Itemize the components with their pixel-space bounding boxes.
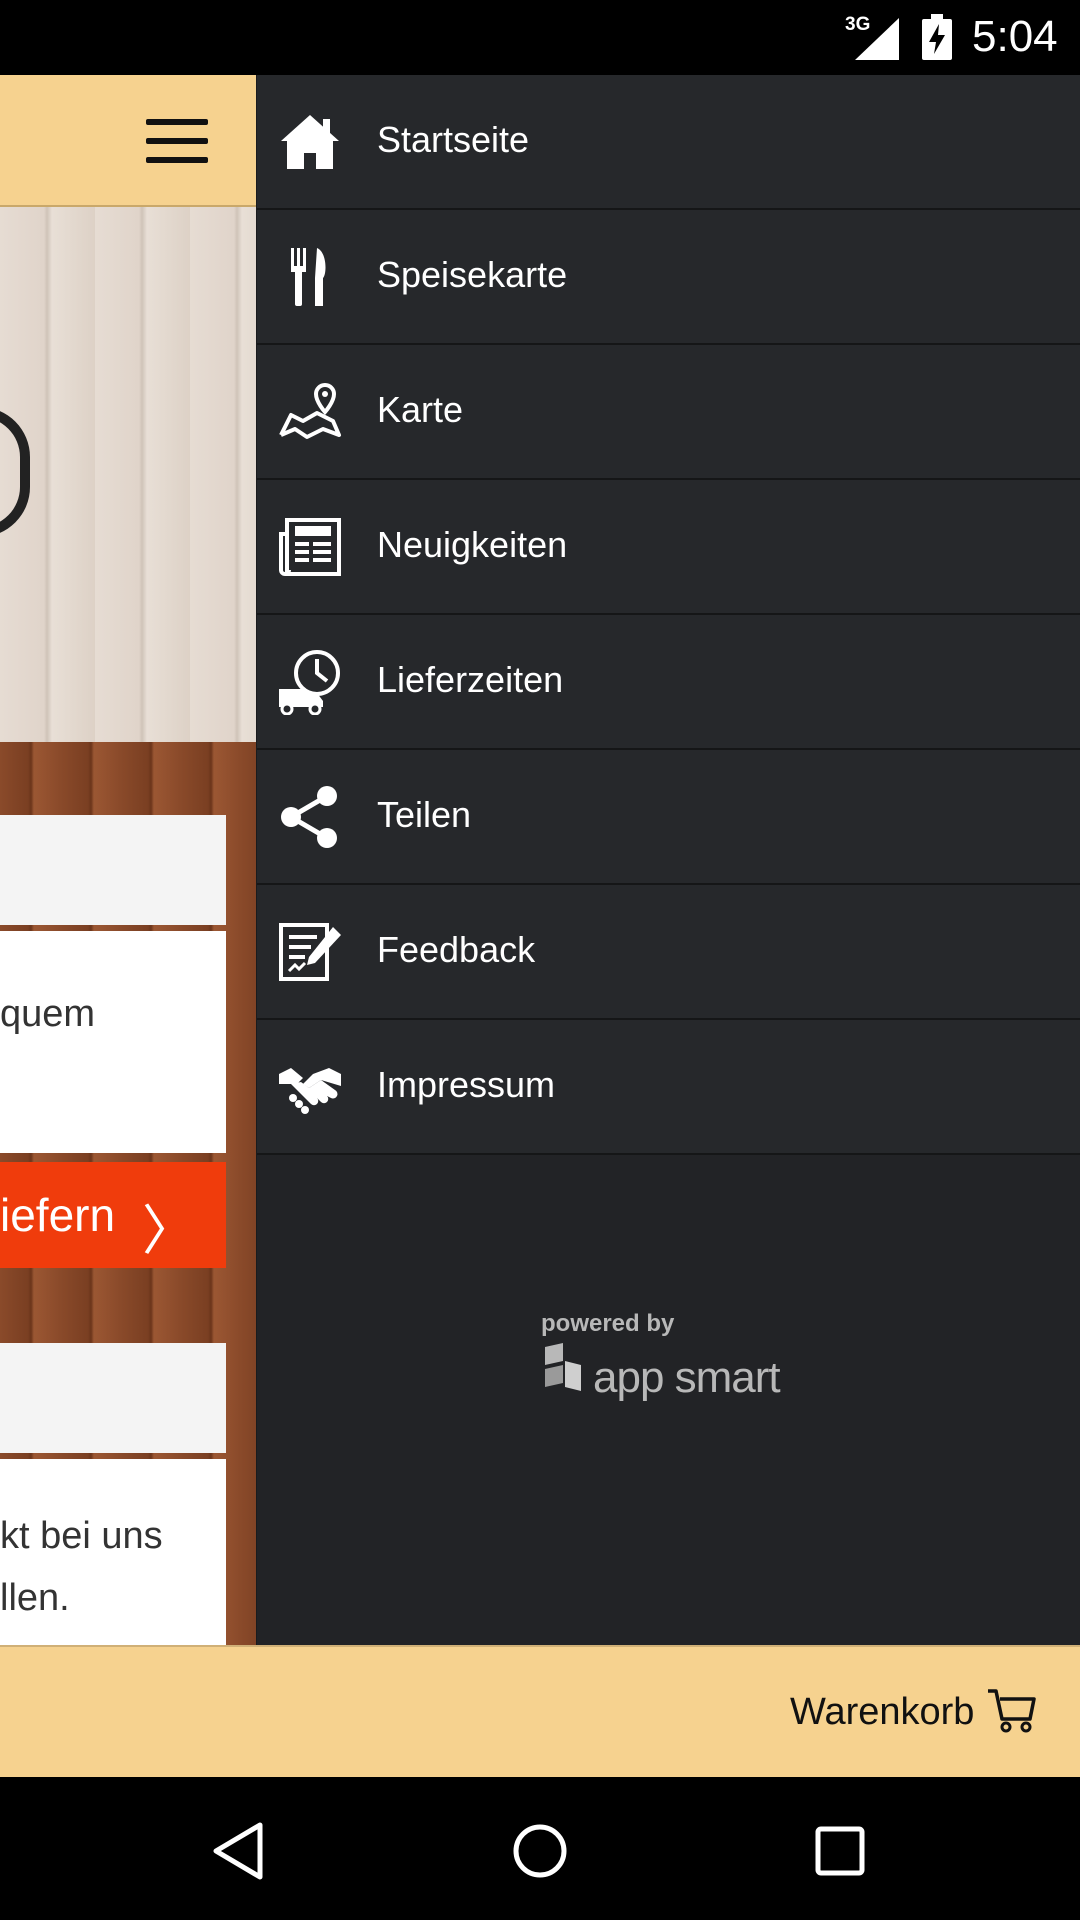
handshake-icon: [279, 1068, 341, 1114]
cart-label: Warenkorb: [790, 1691, 975, 1733]
share-icon: [281, 786, 337, 848]
status-bar: 3G 5:04: [0, 0, 1080, 75]
home-button-icon[interactable]: [510, 1821, 570, 1881]
cart-bar[interactable]: Warenkorb: [0, 1645, 1080, 1779]
background-page: quem iefern 〉 kt bei uns llen.: [0, 75, 256, 1645]
hero-image: [0, 207, 256, 742]
drawer-item-speisekarte[interactable]: Speisekarte: [257, 210, 1080, 345]
powered-by-text: powered by: [541, 1310, 675, 1337]
card-text: kt bei uns: [0, 1515, 163, 1557]
card-header: [0, 1343, 226, 1453]
app-header: [0, 75, 256, 207]
drawer-item-karte[interactable]: Karte: [257, 345, 1080, 480]
app-smart-logo-icon: [545, 1343, 581, 1391]
system-navigation-bar: [0, 1777, 1080, 1920]
drawer-footer: powered by app smart: [257, 1155, 1080, 1645]
drawer-item-teilen[interactable]: Teilen: [257, 750, 1080, 885]
signal-icon: [855, 18, 899, 60]
card-body: [0, 931, 226, 1153]
chevron-right-icon: 〉: [142, 1201, 196, 1261]
card-text: llen.: [0, 1577, 70, 1619]
drawer-item-lieferzeiten[interactable]: Lieferzeiten: [257, 615, 1080, 750]
drawer-item-impressum[interactable]: Impressum: [257, 1020, 1080, 1155]
order-button[interactable]: iefern 〉: [0, 1162, 226, 1268]
drawer-item-feedback[interactable]: Feedback: [257, 885, 1080, 1020]
recents-icon[interactable]: [810, 1821, 870, 1881]
fork-knife-icon: [291, 248, 326, 306]
card-text: quem: [0, 993, 96, 1035]
drawer-item-startseite[interactable]: Startseite: [257, 75, 1080, 210]
card-header: [0, 815, 226, 925]
clock: 5:04: [972, 12, 1058, 61]
brand-name: app smart: [593, 1353, 781, 1402]
drawer-item-neuigkeiten[interactable]: Neuigkeiten: [257, 480, 1080, 615]
home-icon: [281, 115, 339, 169]
navigation-drawer: Startseite Speisekarte Karte Neuigkeiten…: [256, 75, 1080, 1645]
delivery-clock-icon: [279, 650, 340, 715]
feedback-icon: [279, 923, 341, 981]
order-button-label: iefern: [0, 1189, 116, 1241]
battery-charging-icon: [922, 14, 952, 60]
logo-fragment: [0, 407, 30, 537]
map-pin-icon: [279, 382, 341, 439]
back-icon[interactable]: [210, 1821, 270, 1881]
newspaper-icon: [279, 518, 341, 576]
menu-icon[interactable]: [146, 119, 208, 163]
shopping-cart-icon[interactable]: [986, 1687, 1036, 1733]
app-smart-logo: app smart: [541, 1343, 781, 1402]
